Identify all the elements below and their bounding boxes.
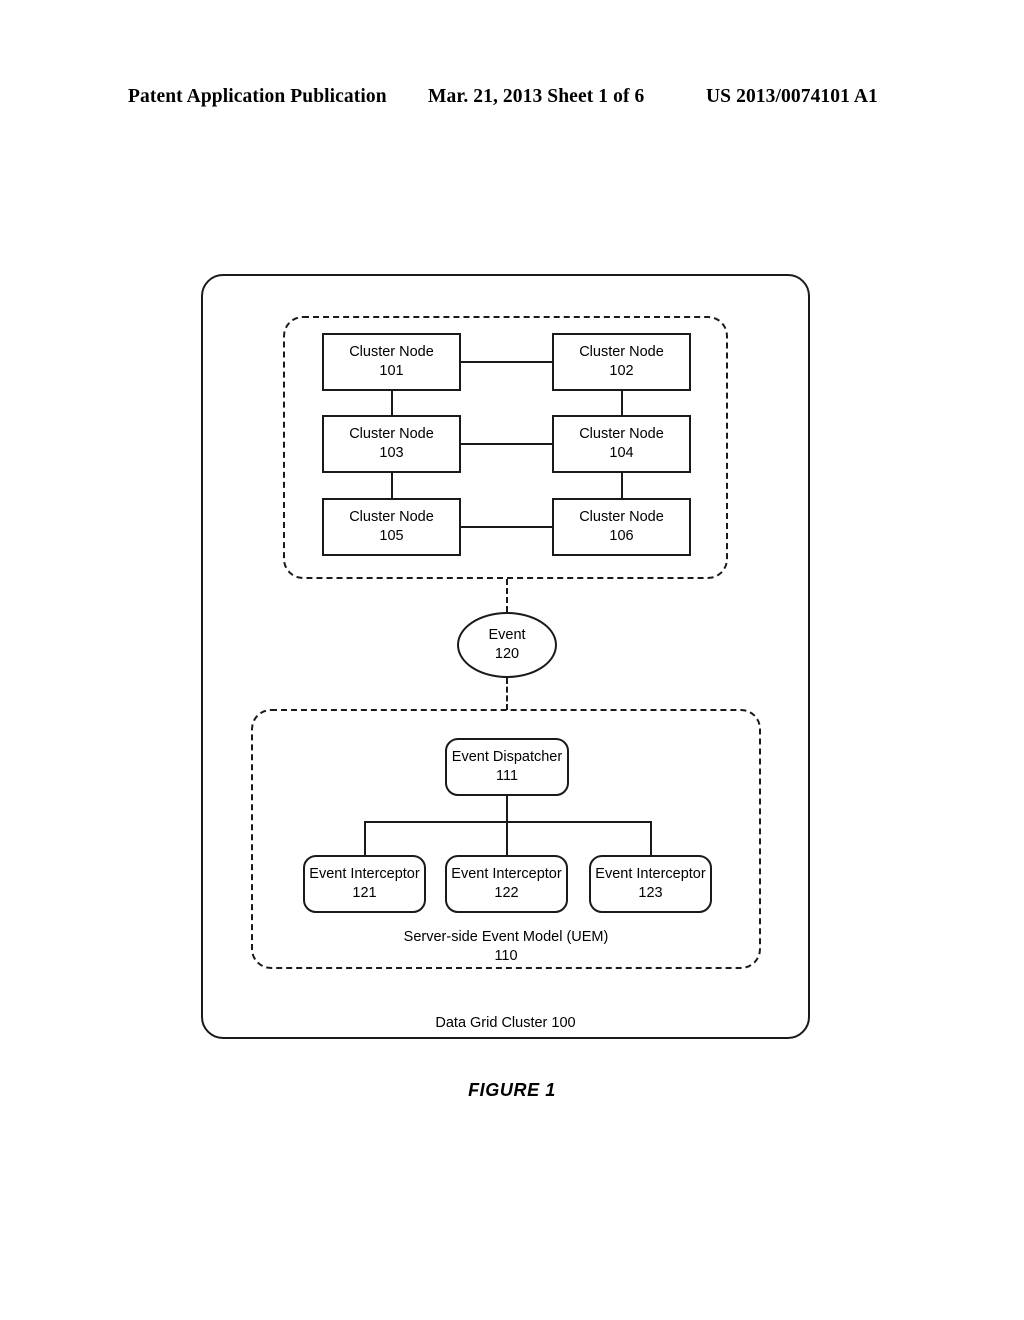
cluster-node-104: Cluster Node 104 bbox=[552, 415, 691, 473]
cluster-node-104-ref: 104 bbox=[609, 445, 634, 461]
cluster-node-105-ref: 105 bbox=[379, 528, 404, 544]
connector-105-106 bbox=[461, 526, 552, 528]
event-interceptor-122: Event Interceptor 122 bbox=[445, 855, 568, 913]
cluster-node-103: Cluster Node 103 bbox=[322, 415, 461, 473]
cluster-node-102-label: Cluster Node bbox=[579, 344, 664, 361]
connector-104-106 bbox=[621, 473, 623, 498]
connector-103-104 bbox=[461, 443, 552, 445]
connector-bus-to-interceptor-123 bbox=[650, 821, 652, 855]
cluster-node-106: Cluster Node 106 bbox=[552, 498, 691, 556]
connector-101-103 bbox=[391, 391, 393, 415]
event-node-label: Event bbox=[488, 627, 526, 644]
cluster-node-106-label: Cluster Node bbox=[579, 509, 664, 526]
event-interceptor-123: Event Interceptor 123 bbox=[589, 855, 712, 913]
data-grid-cluster-caption: Data Grid Cluster 100 bbox=[435, 1015, 576, 1031]
event-interceptor-123-label: Event Interceptor bbox=[595, 866, 706, 883]
cluster-node-103-ref: 103 bbox=[379, 445, 404, 461]
event-interceptor-122-label: Event Interceptor bbox=[451, 866, 562, 883]
connector-bus-to-interceptor-121 bbox=[364, 821, 366, 855]
cluster-node-102: Cluster Node 102 bbox=[552, 333, 691, 391]
cluster-node-104-label: Cluster Node bbox=[579, 426, 664, 443]
connector-dispatcher-stem bbox=[506, 796, 508, 822]
uem-caption-ref: 110 bbox=[494, 947, 518, 964]
event-interceptor-121-ref: 121 bbox=[352, 885, 377, 901]
event-node-ref: 120 bbox=[494, 646, 520, 662]
figure-1-diagram: Cluster Node 101 Cluster Node 102 Cluste… bbox=[0, 0, 1024, 1320]
cluster-node-105-label: Cluster Node bbox=[349, 509, 434, 526]
connector-bus-to-interceptor-122 bbox=[506, 821, 508, 855]
connector-101-102 bbox=[461, 361, 552, 363]
uem-caption-label: Server-side Event Model (UEM) bbox=[403, 929, 609, 945]
figure-caption: FIGURE 1 bbox=[468, 1080, 556, 1100]
uem-caption: Server-side Event Model (UEM) 110 bbox=[251, 928, 761, 966]
cluster-node-103-label: Cluster Node bbox=[349, 426, 434, 443]
cluster-node-101: Cluster Node 101 bbox=[322, 333, 461, 391]
event-interceptor-121: Event Interceptor 121 bbox=[303, 855, 426, 913]
connector-interceptor-bus bbox=[364, 821, 652, 823]
event-dispatcher-label: Event Dispatcher bbox=[451, 749, 563, 766]
event-node-120: Event 120 bbox=[457, 612, 557, 678]
event-interceptor-121-label: Event Interceptor bbox=[309, 866, 420, 883]
event-interceptor-123-ref: 123 bbox=[638, 885, 663, 901]
event-dispatcher-111: Event Dispatcher 111 bbox=[445, 738, 569, 796]
connector-cluster-to-event bbox=[506, 579, 508, 612]
cluster-node-101-label: Cluster Node bbox=[349, 344, 434, 361]
event-interceptor-122-ref: 122 bbox=[494, 885, 519, 901]
cluster-node-105: Cluster Node 105 bbox=[322, 498, 461, 556]
cluster-node-102-ref: 102 bbox=[609, 363, 634, 379]
connector-event-to-uem bbox=[506, 678, 508, 710]
connector-102-104 bbox=[621, 391, 623, 415]
connector-103-105 bbox=[391, 473, 393, 498]
event-dispatcher-ref: 111 bbox=[495, 768, 519, 784]
cluster-node-101-ref: 101 bbox=[379, 363, 404, 379]
cluster-node-106-ref: 106 bbox=[609, 528, 634, 544]
